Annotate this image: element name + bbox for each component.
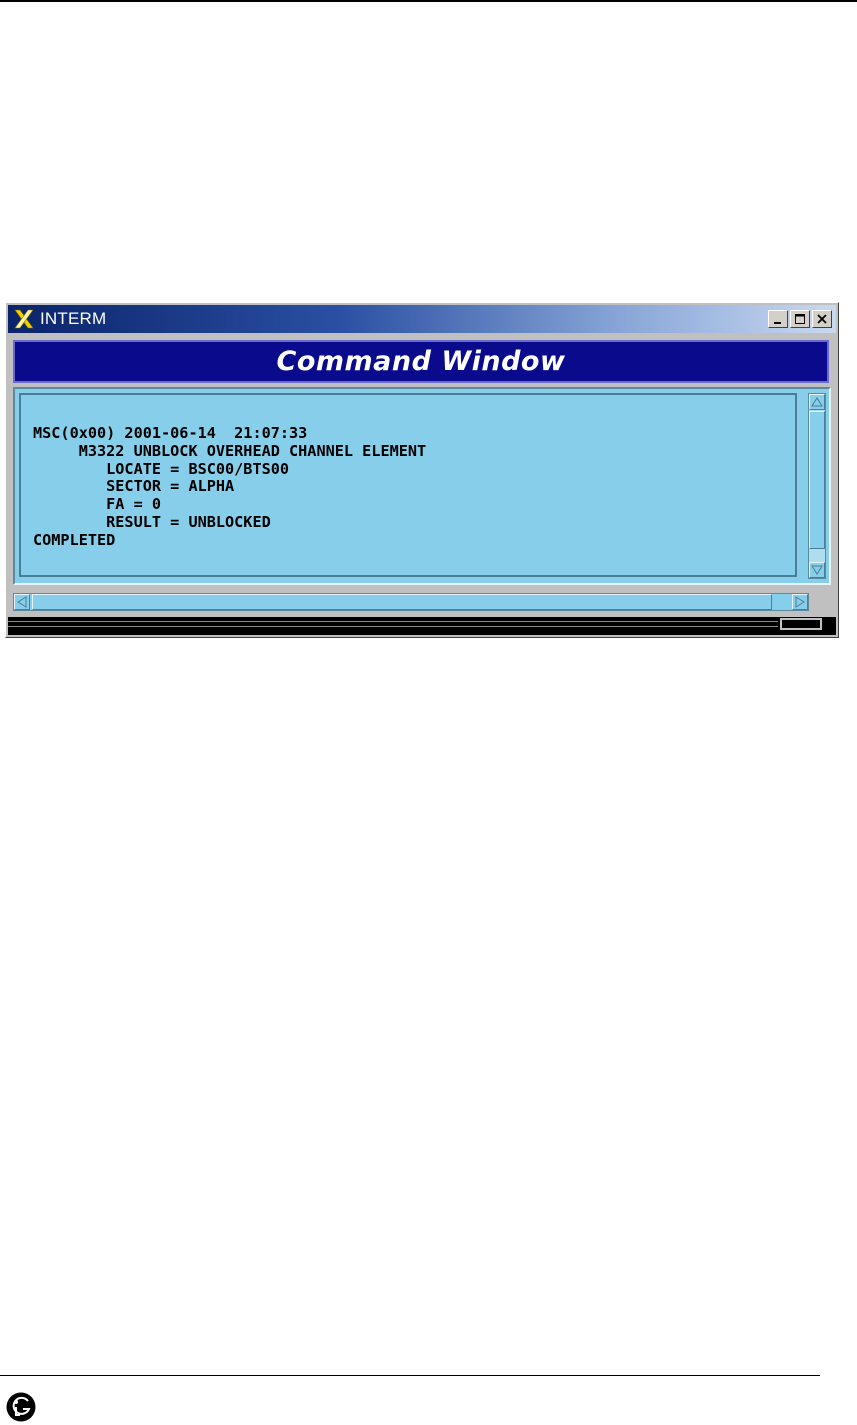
close-icon (817, 314, 827, 324)
x-window-icon (14, 309, 34, 329)
status-divider (8, 621, 778, 622)
terminal-line: SECTOR = ALPHA (33, 477, 235, 496)
terminal-line: COMPLETED (33, 530, 116, 549)
terminal-line: LOCATE = BSC00/BTS00 (33, 459, 290, 478)
interm-window: INTERM Command Window MSC(0x00) 2001-06-… (5, 302, 839, 638)
scroll-right-button[interactable] (792, 594, 808, 610)
terminal-line: MSC(0x00) 2001-06-14 21:07:33 (33, 424, 308, 442)
terminal-panel: MSC(0x00) 2001-06-14 21:07:33 M3322 UNBL… (13, 387, 831, 585)
scroll-left-button[interactable] (14, 594, 30, 610)
status-indicator (780, 618, 822, 630)
vertical-scroll-thumb[interactable] (809, 411, 825, 549)
maximize-button[interactable] (790, 310, 810, 328)
close-button[interactable] (812, 310, 832, 328)
top-rule (0, 0, 857, 2)
terminal-line: FA = 0 (33, 495, 162, 514)
horizontal-scroll-thumb[interactable] (32, 594, 772, 610)
bottom-rule (0, 1375, 820, 1376)
arrow-down-icon (811, 565, 823, 575)
maximize-icon (795, 314, 805, 324)
titlebar[interactable]: INTERM (8, 305, 836, 333)
arrow-up-icon (811, 397, 823, 407)
status-divider (8, 626, 778, 627)
arrow-right-icon (795, 596, 805, 608)
minimize-button[interactable] (768, 310, 788, 328)
command-window-title: Command Window (276, 346, 566, 377)
scroll-down-button[interactable] (809, 562, 825, 578)
horizontal-scrollbar[interactable] (13, 593, 809, 611)
vertical-scrollbar[interactable] (808, 393, 826, 579)
title-buttons (768, 310, 832, 328)
lg-logo-icon (6, 1392, 36, 1422)
scroll-up-button[interactable] (809, 394, 825, 410)
status-bar (8, 617, 836, 635)
terminal-output[interactable]: MSC(0x00) 2001-06-14 21:07:33 M3322 UNBL… (19, 393, 797, 577)
terminal-line: M3322 UNBLOCK OVERHEAD CHANNEL ELEMENT (33, 441, 427, 460)
window-title: INTERM (40, 309, 107, 328)
arrow-left-icon (17, 596, 27, 608)
command-window-header: Command Window (13, 340, 829, 383)
minimize-icon (774, 322, 781, 324)
terminal-line: RESULT = UNBLOCKED (33, 512, 271, 531)
